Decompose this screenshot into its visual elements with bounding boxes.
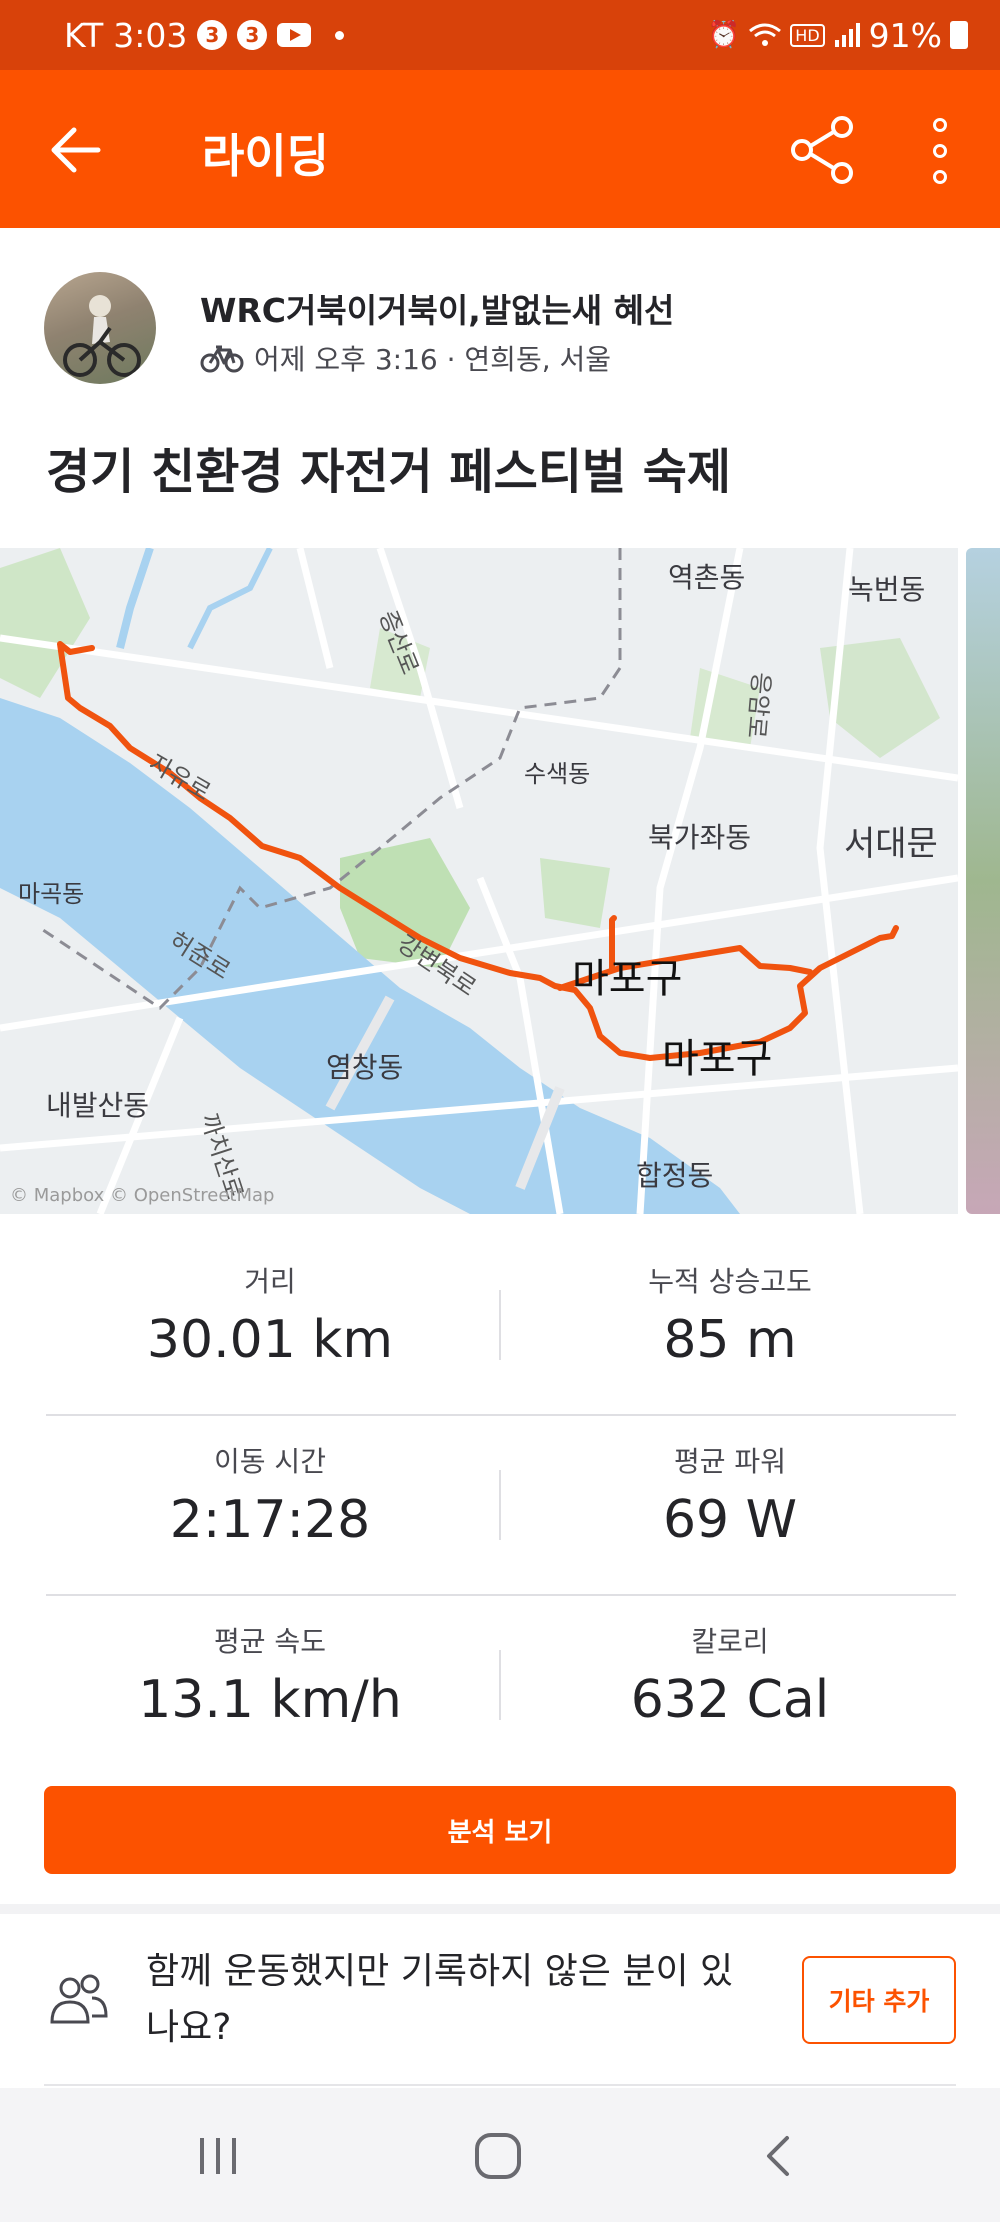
signal-icon bbox=[834, 23, 860, 47]
recent-apps-button[interactable] bbox=[188, 2126, 248, 2186]
recent-apps-icon bbox=[200, 2138, 236, 2174]
stat-value: 13.1 km/h bbox=[138, 1670, 402, 1730]
dot-icon bbox=[933, 170, 947, 184]
divider bbox=[44, 2084, 956, 2086]
map-label: 염창동 bbox=[326, 1051, 404, 1084]
share-button[interactable] bbox=[788, 116, 856, 184]
stat-value: 85 m bbox=[663, 1310, 797, 1370]
stat-label: 평균 파워 bbox=[674, 1445, 786, 1478]
wifi-icon bbox=[749, 23, 782, 46]
home-icon bbox=[475, 2133, 521, 2179]
activity-title: 경기 친환경 자전거 페스티벌 숙제 bbox=[46, 444, 732, 500]
stat-average-speed: 평균 속도 13.1 km/h bbox=[40, 1620, 500, 1730]
map-label: 마곡동 bbox=[18, 880, 85, 908]
stat-label: 누적 상승고도 bbox=[648, 1265, 812, 1298]
stat-distance: 거리 30.01 km bbox=[40, 1260, 500, 1370]
more-options-button[interactable] bbox=[920, 118, 960, 184]
arrow-left-icon bbox=[51, 127, 101, 173]
system-back-button[interactable] bbox=[748, 2126, 808, 2186]
stat-calories: 칼로리 632 Cal bbox=[500, 1620, 960, 1730]
app-bar: 라이딩 bbox=[0, 70, 1000, 228]
battery-percent: 91% bbox=[868, 15, 942, 55]
bike-icon bbox=[200, 345, 244, 373]
stat-value: 632 Cal bbox=[630, 1670, 830, 1730]
map-label: 북가좌동 bbox=[648, 821, 752, 854]
chevron-left-icon bbox=[767, 2136, 789, 2176]
divider bbox=[46, 1594, 956, 1596]
dot-icon bbox=[933, 144, 947, 158]
activity-meta: 어제 오후 3:16 · 연희동, 서울 bbox=[200, 338, 611, 378]
hd-voice-icon: HD bbox=[790, 23, 825, 47]
map-label: 서대문 bbox=[844, 824, 938, 864]
map-label: 수색동 bbox=[524, 760, 591, 788]
route-map[interactable]: 역촌동 녹번동 증산로 응암로 수색동 자유로 북가좌동 서대문 마곡동 허준로… bbox=[0, 548, 958, 1214]
section-divider bbox=[0, 1904, 1000, 1914]
page-title: 라이딩 bbox=[202, 129, 329, 183]
system-nav-bar bbox=[0, 2088, 1000, 2222]
add-others-prompt: 함께 운동했지만 기록하지 않은 분이 있나요? bbox=[146, 1951, 734, 2048]
cyclist-photo bbox=[63, 295, 141, 377]
battery-icon bbox=[950, 21, 968, 49]
map-label: 역촌동 bbox=[668, 561, 746, 594]
back-button[interactable] bbox=[48, 122, 104, 178]
stat-value: 69 W bbox=[662, 1490, 798, 1550]
divider bbox=[46, 1414, 956, 1416]
map-label: 마포구 bbox=[572, 956, 683, 1002]
map-label: 내발산동 bbox=[46, 1089, 150, 1122]
more-notifications-icon bbox=[335, 30, 345, 40]
status-bar: KT 3:03 3 3 ⏰ HD 91% bbox=[0, 0, 1000, 70]
map-label: 녹번동 bbox=[848, 573, 926, 606]
stat-elevation-gain: 누적 상승고도 85 m bbox=[500, 1260, 960, 1370]
stat-moving-time: 이동 시간 2:17:28 bbox=[40, 1440, 500, 1550]
stat-label: 거리 bbox=[244, 1265, 296, 1298]
youtube-icon bbox=[277, 23, 312, 47]
stat-label: 평균 속도 bbox=[214, 1625, 326, 1658]
home-button[interactable] bbox=[468, 2126, 528, 2186]
add-others-section: 함께 운동했지만 기록하지 않은 분이 있나요? 기타 추가 bbox=[0, 1914, 1000, 2084]
map-label: 응암로 bbox=[741, 671, 776, 740]
stat-value: 30.01 km bbox=[146, 1310, 394, 1370]
stat-value: 2:17:28 bbox=[169, 1490, 371, 1550]
people-icon bbox=[50, 1974, 108, 2024]
map-label: 마포구 bbox=[662, 1036, 773, 1082]
avatar[interactable] bbox=[44, 272, 156, 384]
next-photo-preview[interactable] bbox=[966, 548, 1000, 1214]
map-label: 합정동 bbox=[636, 1159, 714, 1192]
stat-average-power: 평균 파워 69 W bbox=[500, 1440, 960, 1550]
clock: 3:03 bbox=[113, 15, 188, 55]
carrier-label: KT bbox=[64, 15, 104, 55]
notification-badge-icon: 3 bbox=[197, 20, 228, 50]
notification-badge-icon: 3 bbox=[237, 20, 268, 50]
stat-label: 칼로리 bbox=[691, 1625, 769, 1658]
stat-label: 이동 시간 bbox=[214, 1445, 326, 1478]
athlete-header: WRC거북이거북이,발없는새 혜선 어제 오후 3:16 · 연희동, 서울 bbox=[0, 270, 1000, 388]
alarm-icon: ⏰ bbox=[707, 20, 741, 50]
map-attribution: © Mapbox © OpenStreetMap bbox=[10, 1185, 275, 1206]
activity-time-location: 어제 오후 3:16 · 연희동, 서울 bbox=[254, 343, 612, 376]
dot-icon bbox=[933, 118, 947, 132]
athlete-name[interactable]: WRC거북이거북이,발없는새 혜선 bbox=[200, 284, 674, 332]
share-icon bbox=[791, 116, 853, 184]
view-analysis-button[interactable]: 분석 보기 bbox=[44, 1786, 956, 1874]
add-others-button[interactable]: 기타 추가 bbox=[802, 1956, 956, 2044]
